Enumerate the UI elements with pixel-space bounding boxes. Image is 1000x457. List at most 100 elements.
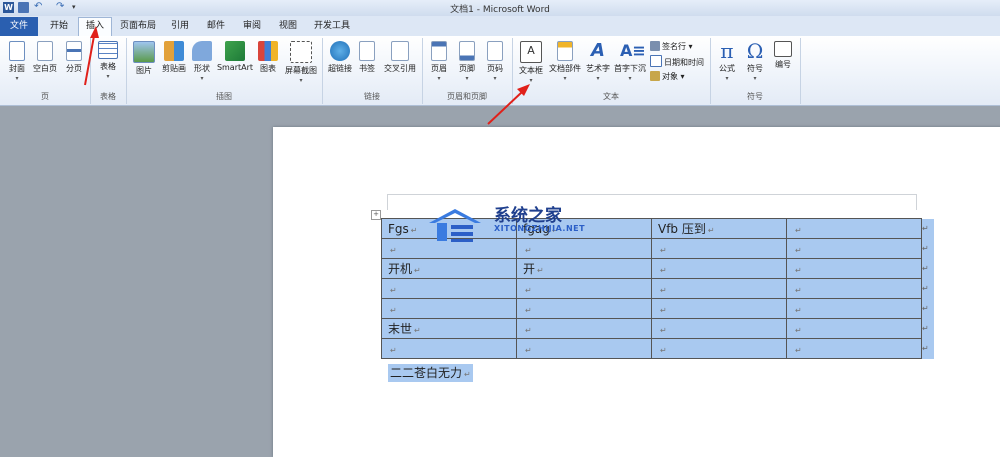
page-number-button[interactable]: 页码 ▾ bbox=[482, 41, 508, 82]
cell-end-mark: ↵ bbox=[525, 325, 532, 335]
table-cell[interactable]: ↵ bbox=[516, 298, 652, 319]
row-end-mark: ↵ bbox=[921, 298, 934, 319]
wordart-label: 艺术字 bbox=[586, 64, 610, 73]
table-cell[interactable]: 开 ↵ bbox=[516, 258, 652, 279]
tab-review[interactable]: 审阅 bbox=[238, 18, 266, 36]
cell-end-mark: ↵ bbox=[795, 305, 802, 315]
cell-end-mark: ↵ bbox=[795, 265, 802, 275]
page-break-button[interactable]: 分页 bbox=[62, 41, 86, 74]
table-cell[interactable]: ↵ bbox=[786, 258, 922, 279]
table-cell[interactable]: ↵ bbox=[786, 318, 922, 339]
table-cell[interactable]: ↵ bbox=[651, 338, 787, 359]
table-cell[interactable]: ↵ bbox=[651, 298, 787, 319]
table-cell[interactable]: ↵ bbox=[786, 298, 922, 319]
shapes-label: 形状 bbox=[194, 64, 210, 73]
screenshot-button[interactable]: 屏幕截图 ▾ bbox=[282, 41, 320, 84]
title-bar: W ↶ ↷ ▾ 文档1 - Microsoft Word bbox=[0, 0, 1000, 17]
cover-page-button[interactable]: 封面 ▾ bbox=[4, 41, 30, 82]
table-button[interactable]: 表格 ▾ bbox=[95, 41, 121, 80]
hyperlink-label: 超链接 bbox=[328, 64, 352, 73]
cell-end-mark: ↵ bbox=[795, 345, 802, 355]
shapes-button[interactable]: 形状 ▾ bbox=[190, 41, 214, 82]
table-cell[interactable]: ↵ bbox=[381, 338, 517, 359]
symbol-label: 符号 bbox=[747, 64, 763, 73]
group-pages: 封面 ▾ 空白页 分页 页 bbox=[0, 38, 91, 104]
table-cell[interactable]: ↵ bbox=[516, 318, 652, 339]
chart-icon bbox=[258, 41, 278, 61]
cross-reference-button[interactable]: 交叉引用 bbox=[380, 41, 420, 74]
cell-end-mark: ↵ bbox=[660, 265, 667, 275]
dropdown-arrow-icon: ▾ bbox=[299, 77, 303, 84]
numbering-button[interactable]: 编号 bbox=[770, 41, 796, 70]
margin-guide bbox=[387, 194, 388, 210]
table-cell[interactable]: ↵ bbox=[651, 318, 787, 339]
table-cell[interactable]: ↵ bbox=[786, 338, 922, 359]
picture-label: 图片 bbox=[136, 66, 152, 75]
header-label: 页眉 bbox=[431, 64, 447, 73]
table-cell[interactable]: ↵ bbox=[651, 238, 787, 259]
table-cell[interactable]: Vfb 压到 ↵ bbox=[651, 218, 787, 239]
drop-cap-button[interactable]: A≡ 首字下沉 ▾ bbox=[612, 41, 648, 82]
signature-line-button[interactable]: 签名行 ▾ bbox=[650, 40, 693, 54]
table-cell[interactable]: ↵ bbox=[516, 338, 652, 359]
numbering-label: 编号 bbox=[775, 60, 791, 69]
paragraph-text: 二二苍白无力 bbox=[390, 366, 463, 380]
table-cell[interactable]: ↵ bbox=[651, 278, 787, 299]
tab-home[interactable]: 开始 bbox=[42, 18, 76, 36]
margin-guide bbox=[387, 194, 917, 195]
ribbon: 封面 ▾ 空白页 分页 页 表格 ▾ 表格 图片 剪贴画 形状 ▾ SmartA… bbox=[0, 36, 1000, 106]
drop-cap-label: 首字下沉 bbox=[614, 64, 646, 73]
smartart-button[interactable]: SmartArt bbox=[216, 41, 254, 72]
tab-references[interactable]: 引用 bbox=[166, 18, 194, 36]
tab-file[interactable]: 文件 bbox=[0, 17, 38, 36]
wordart-button[interactable]: A 艺术字 ▾ bbox=[584, 41, 612, 82]
blank-page-button[interactable]: 空白页 bbox=[31, 41, 59, 74]
symbol-button[interactable]: Ω 符号 ▾ bbox=[742, 41, 768, 82]
cell-text: Vfb 压到 bbox=[658, 222, 706, 236]
table-cell[interactable]: ↵ bbox=[786, 278, 922, 299]
table-cell[interactable]: ↵ bbox=[381, 298, 517, 319]
tab-mailings[interactable]: 邮件 bbox=[202, 18, 230, 36]
date-time-button[interactable]: 日期和时间 bbox=[650, 55, 704, 69]
table-cell[interactable]: ↵ bbox=[786, 238, 922, 259]
dropdown-arrow-icon: ▾ bbox=[529, 77, 533, 84]
object-button[interactable]: 对象 ▾ bbox=[650, 70, 685, 84]
bookmark-button[interactable]: 书签 bbox=[356, 41, 378, 74]
table-row: 末世 ↵ ↵ ↵ ↵ ↵ bbox=[381, 318, 934, 339]
table-cell[interactable]: 末世 ↵ bbox=[381, 318, 517, 339]
selected-paragraph[interactable]: 二二苍白无力 ↵ bbox=[388, 364, 473, 382]
quick-parts-button[interactable]: 文档部件 ▾ bbox=[547, 41, 583, 82]
tab-insert[interactable]: 插入 bbox=[78, 17, 112, 36]
cell-text: 末世 bbox=[388, 322, 413, 336]
table-row: ↵ ↵ ↵ ↵ ↵ bbox=[381, 278, 934, 299]
picture-button[interactable]: 图片 bbox=[132, 41, 156, 76]
hyperlink-button[interactable]: 超链接 bbox=[326, 41, 354, 74]
textbox-button[interactable]: A 文本框 ▾ bbox=[516, 41, 546, 84]
clipart-button[interactable]: 剪贴画 bbox=[160, 41, 188, 74]
table-cell[interactable]: ↵ bbox=[516, 238, 652, 259]
hyperlink-icon bbox=[330, 41, 350, 61]
table-move-handle-icon[interactable]: + bbox=[371, 210, 381, 220]
cell-end-mark: ↵ bbox=[390, 305, 397, 315]
header-icon bbox=[431, 41, 447, 61]
table-row: ↵ ↵ ↵ ↵ ↵ bbox=[381, 338, 934, 359]
table-cell[interactable]: ↵ bbox=[516, 278, 652, 299]
clipart-label: 剪贴画 bbox=[162, 64, 186, 73]
tab-view[interactable]: 视图 bbox=[274, 18, 302, 36]
cell-end-mark: ↵ bbox=[525, 285, 532, 295]
tab-developer[interactable]: 开发工具 bbox=[310, 18, 354, 36]
bookmark-label: 书签 bbox=[359, 64, 375, 73]
cell-end-mark: ↵ bbox=[525, 345, 532, 355]
table-cell[interactable]: ↵ bbox=[651, 258, 787, 279]
cover-page-icon bbox=[9, 41, 25, 61]
cell-end-mark: ↵ bbox=[414, 266, 421, 275]
header-button[interactable]: 页眉 ▾ bbox=[426, 41, 452, 82]
table-cell[interactable]: 开机 ↵ bbox=[381, 258, 517, 279]
footer-button[interactable]: 页脚 ▾ bbox=[454, 41, 480, 82]
equation-button[interactable]: π 公式 ▾ bbox=[714, 41, 740, 82]
cell-end-mark: ↵ bbox=[390, 285, 397, 295]
table-cell[interactable]: ↵ bbox=[381, 278, 517, 299]
chart-button[interactable]: 图表 bbox=[256, 41, 280, 74]
tab-page-layout[interactable]: 页面布局 bbox=[116, 18, 160, 36]
table-cell[interactable]: ↵ bbox=[786, 218, 922, 239]
